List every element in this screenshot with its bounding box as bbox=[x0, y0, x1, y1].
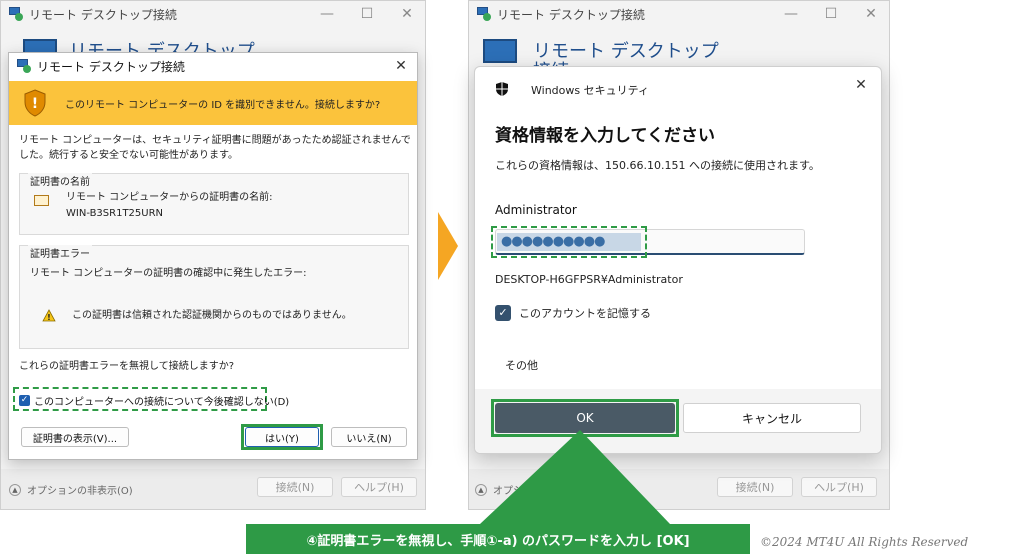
step-caption: ④証明書エラーを無視し、手順①-a) のパスワードを入力し [OK] bbox=[246, 524, 750, 554]
warning-bar: ! このリモート コンピューターの ID を識別できません。接続しますか? bbox=[9, 81, 417, 125]
shield-warning-icon: ! bbox=[24, 89, 46, 117]
app-name: Windows セキュリティ bbox=[531, 84, 649, 97]
maximize-button[interactable]: ☐ bbox=[811, 1, 851, 27]
cert-error-group-title: 証明書エラー bbox=[28, 245, 92, 260]
help-button[interactable]: ヘルプ(H) bbox=[341, 477, 417, 497]
yes-button[interactable]: はい(Y) bbox=[245, 427, 319, 447]
dialog-heading: 資格情報を入力してください bbox=[495, 126, 715, 146]
view-certificate-button[interactable]: 証明書の表示(V)... bbox=[21, 427, 129, 447]
window-title: リモート デスクトップ接続 bbox=[29, 7, 177, 22]
cert-name-value: WIN-B3SR1T25URN bbox=[66, 208, 164, 219]
certificate-icon bbox=[34, 195, 49, 206]
description-text: リモート コンピューターは、セキュリティ証明書に問題があったため認証されませんで… bbox=[19, 135, 411, 161]
dont-ask-checkbox[interactable]: ✓ このコンピューターへの接続について今後確認しない(D) bbox=[19, 393, 289, 408]
dialog-close-button[interactable]: ✕ bbox=[851, 75, 871, 95]
warning-triangle-icon: ! bbox=[42, 309, 56, 322]
dialog-subtext: これらの資格情報は、150.66.10.151 への接続に使用されます。 bbox=[495, 159, 820, 172]
shield-icon bbox=[496, 82, 508, 96]
remote-desktop-icon bbox=[9, 7, 23, 21]
minimize-button[interactable]: — bbox=[307, 1, 347, 27]
options-toggle-label: オプションの非表示(O) bbox=[27, 486, 133, 497]
cert-error-group: 証明書エラー リモート コンピューターの証明書の確認中に発生したエラー: ! こ… bbox=[19, 245, 409, 349]
remote-desktop-icon bbox=[17, 59, 31, 73]
minimize-button[interactable]: — bbox=[771, 1, 811, 27]
window-title: リモート デスクトップ接続 bbox=[497, 7, 645, 22]
dont-ask-label: このコンピューターへの接続について今後確認しない(D) bbox=[34, 397, 290, 408]
checkbox-checked-icon: ✓ bbox=[19, 395, 30, 406]
domain-user: DESKTOP-H6GFPSR¥Administrator bbox=[495, 273, 683, 286]
options-toggle[interactable]: ▲ オプションの非表示(O) bbox=[9, 482, 133, 497]
username-field[interactable]: Administrator bbox=[495, 203, 577, 217]
dialog-title-bar: リモート デスクトップ接続 bbox=[9, 53, 417, 79]
cert-name-group-title: 証明書の名前 bbox=[28, 173, 92, 188]
callout-pointer bbox=[480, 430, 670, 524]
dialog-title: リモート デスクトップ接続 bbox=[37, 59, 185, 74]
help-button[interactable]: ヘルプ(H) bbox=[801, 477, 877, 497]
close-button[interactable]: ✕ bbox=[387, 1, 427, 27]
ok-button[interactable]: OK bbox=[495, 403, 675, 433]
password-mask: ●●●●●●●●●● bbox=[497, 233, 641, 251]
cert-name-label: リモート コンピューターからの証明書の名前: bbox=[66, 192, 273, 203]
warning-text: このリモート コンピューターの ID を識別できません。接続しますか? bbox=[65, 99, 381, 111]
more-choices-link[interactable]: その他 bbox=[505, 357, 538, 373]
close-button[interactable]: ✕ bbox=[851, 1, 891, 27]
svg-text:!: ! bbox=[32, 96, 38, 112]
certificate-dialog: リモート デスクトップ接続 ✕ ! このリモート コンピューターの ID を識別… bbox=[8, 52, 418, 460]
remember-label: このアカウントを記憶する bbox=[519, 307, 651, 320]
no-button[interactable]: いいえ(N) bbox=[331, 427, 407, 447]
cert-error-label: リモート コンピューターの証明書の確認中に発生したエラー: bbox=[30, 268, 307, 279]
connect-button[interactable]: 接続(N) bbox=[257, 477, 333, 497]
chevron-up-icon: ▲ bbox=[9, 483, 21, 496]
windows-security-dialog: Windows セキュリティ ✕ 資格情報を入力してください これらの資格情報は… bbox=[474, 66, 882, 454]
remote-desktop-icon bbox=[477, 7, 491, 21]
monitor-logo-icon bbox=[483, 39, 517, 63]
cert-name-group: 証明書の名前 リモート コンピューターからの証明書の名前: WIN-B3SR1T… bbox=[19, 173, 409, 235]
cancel-button[interactable]: キャンセル bbox=[683, 403, 861, 433]
copyright-text: ©2024 MT4U All Rights Reserved bbox=[760, 535, 969, 549]
cert-error-item: この証明書は信頼された認証機関からのものではありません。 bbox=[72, 310, 352, 321]
connect-button[interactable]: 接続(N) bbox=[717, 477, 793, 497]
dialog-close-button[interactable]: ✕ bbox=[385, 53, 417, 79]
next-step-arrow-icon bbox=[438, 212, 458, 280]
svg-text:!: ! bbox=[47, 313, 51, 322]
remember-checkbox[interactable]: ✓ このアカウントを記憶する bbox=[495, 305, 651, 321]
checkbox-checked-icon: ✓ bbox=[495, 305, 511, 321]
ignore-question: これらの証明書エラーを無視して接続しますか? bbox=[19, 361, 235, 372]
maximize-button[interactable]: ☐ bbox=[347, 1, 387, 27]
